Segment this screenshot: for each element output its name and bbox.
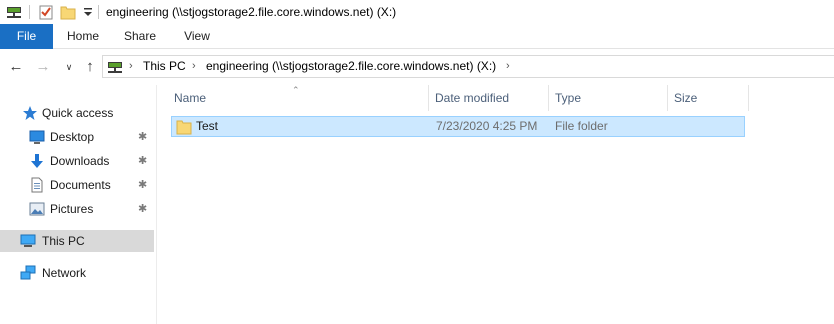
table-row[interactable]: Test 7/23/2020 4:25 PM File folder [171, 116, 745, 137]
chevron-right-icon[interactable]: › [129, 56, 133, 77]
file-type: File folder [555, 119, 608, 133]
sidebar-item-label: This PC [42, 234, 85, 248]
tab-file[interactable]: File [0, 24, 53, 49]
address-bar[interactable]: › This PC › engineering (\\stjogstorage2… [102, 55, 834, 78]
chevron-right-icon[interactable]: › [192, 56, 196, 77]
up-arrow-icon[interactable]: ↑ [81, 57, 99, 77]
desktop-icon [29, 130, 45, 144]
back-arrow-icon[interactable]: ← [7, 57, 25, 77]
sidebar-item-label: Desktop [50, 130, 95, 144]
sidebar-item-documents[interactable]: Documents ✱ [0, 174, 157, 196]
file-name: Test [196, 119, 219, 133]
sidebar-item-label: Downloads [50, 154, 110, 168]
sidebar-item-downloads[interactable]: Downloads ✱ [0, 150, 157, 172]
documents-icon [31, 177, 43, 193]
pin-icon[interactable]: ✱ [138, 198, 147, 220]
ribbon: File Home Share View [0, 24, 834, 49]
chevron-down-icon[interactable]: ∨ [60, 57, 78, 77]
tab-share[interactable]: Share [117, 24, 163, 49]
sidebar-item-network[interactable]: Network [0, 262, 157, 284]
forward-arrow-icon[interactable]: → [34, 57, 52, 77]
window-title: engineering (\\stjogstorage2.file.core.w… [106, 5, 397, 19]
file-date-modified: 7/23/2020 4:25 PM [436, 119, 538, 133]
column-header-name[interactable]: Name [168, 85, 428, 111]
column-header-size[interactable]: Size [668, 85, 748, 111]
tab-view[interactable]: View [174, 24, 220, 49]
sidebar-item-label: Quick access [42, 106, 114, 120]
tab-home[interactable]: Home [60, 24, 106, 49]
file-list: ⌃ Name Date modified Type Size Test 7/23… [157, 85, 834, 324]
sidebar-item-quick-access[interactable]: Quick access [0, 102, 157, 124]
sidebar-item-desktop[interactable]: Desktop ✱ [0, 126, 157, 148]
sidebar-item-label: Pictures [50, 202, 94, 216]
breadcrumb-this-pc[interactable]: This PC [143, 56, 186, 77]
properties-check-icon[interactable] [38, 4, 54, 20]
pictures-icon [29, 202, 45, 216]
pin-icon[interactable]: ✱ [138, 126, 147, 148]
pin-icon[interactable]: ✱ [138, 150, 147, 172]
pin-icon[interactable]: ✱ [138, 174, 147, 196]
network-icon [20, 265, 36, 280]
customize-dropdown-icon[interactable] [80, 4, 96, 20]
navigation-pane: Quick access Desktop ✱ Downloads ✱ Docum… [0, 85, 157, 324]
new-folder-icon[interactable] [60, 4, 76, 20]
title-bar: engineering (\\stjogstorage2.file.core.w… [0, 0, 834, 24]
star-icon [23, 106, 37, 120]
download-icon [31, 154, 43, 168]
network-drive-icon [108, 62, 122, 73]
toolbar-separator [98, 5, 99, 19]
column-header-type[interactable]: Type [549, 85, 667, 111]
folder-icon [176, 120, 192, 135]
sidebar-item-pictures[interactable]: Pictures ✱ [0, 198, 157, 220]
sidebar-item-label: Documents [50, 178, 111, 192]
column-header-date-modified[interactable]: Date modified [429, 85, 548, 111]
toolbar-separator [29, 5, 30, 19]
column-divider[interactable] [748, 85, 749, 111]
sidebar-item-label: Network [42, 266, 87, 280]
chevron-right-icon[interactable]: › [506, 56, 510, 77]
navigation-bar: ← → ∨ ↑ › This PC › engineering (\\stjog… [0, 49, 834, 85]
network-drive-icon[interactable] [6, 4, 22, 20]
sidebar-item-this-pc[interactable]: This PC [0, 230, 154, 252]
computer-icon [20, 234, 36, 247]
breadcrumb-current-drive[interactable]: engineering (\\stjogstorage2.file.core.w… [206, 56, 496, 77]
